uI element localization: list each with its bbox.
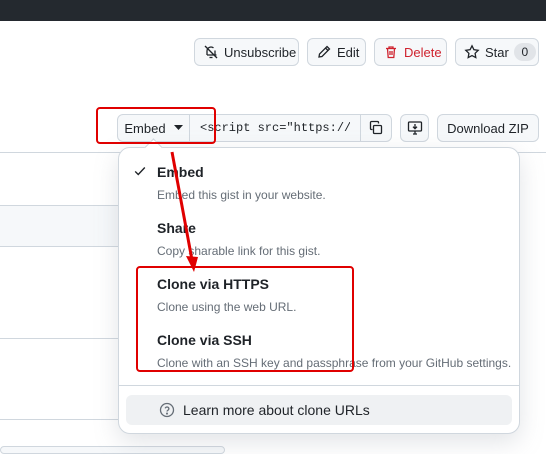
menu-item-title: Embed bbox=[157, 164, 204, 180]
download-zip-button[interactable]: Download ZIP bbox=[437, 114, 539, 142]
star-icon bbox=[464, 44, 480, 59]
menu-item-description: Clone with an SSH key and passphrase fro… bbox=[157, 356, 512, 370]
question-icon bbox=[159, 402, 175, 418]
menu-item-share[interactable]: Share Copy sharable link for this gist. bbox=[119, 204, 519, 260]
star-button[interactable]: Star 0 bbox=[455, 38, 539, 66]
clone-url-input[interactable] bbox=[190, 115, 360, 141]
copy-icon bbox=[369, 120, 383, 135]
trash-icon bbox=[386, 46, 396, 59]
embed-dropdown-button[interactable]: Embed bbox=[118, 115, 190, 141]
open-with-desktop-button[interactable] bbox=[400, 114, 429, 142]
menu-divider bbox=[119, 385, 519, 386]
menu-item-clone-ssh[interactable]: Clone via SSH Clone with an SSH key and … bbox=[119, 316, 519, 376]
delete-button[interactable]: Delete bbox=[374, 38, 447, 66]
file-header-band bbox=[0, 205, 120, 247]
unsubscribe-button[interactable]: Unsubscribe bbox=[194, 38, 299, 66]
clone-url-group: Embed bbox=[117, 114, 392, 142]
embed-dropdown-label: Embed bbox=[124, 120, 166, 136]
comment-box-edge bbox=[0, 446, 225, 454]
bell-slash-icon bbox=[204, 45, 218, 59]
delete-label: Delete bbox=[404, 44, 442, 60]
menu-item-description: Clone using the web URL. bbox=[157, 300, 297, 314]
menu-item-title: Clone via HTTPS bbox=[157, 276, 270, 292]
menu-item-title: Clone via SSH bbox=[157, 332, 252, 348]
learn-more-clone-urls-link[interactable]: Learn more about clone URLs bbox=[126, 395, 512, 425]
edit-label: Edit bbox=[337, 44, 360, 60]
download-zip-label: Download ZIP bbox=[447, 120, 529, 136]
check-icon bbox=[134, 167, 146, 176]
unsubscribe-label: Unsubscribe bbox=[224, 44, 297, 60]
star-count-badge: 0 bbox=[513, 43, 536, 61]
edit-button[interactable]: Edit bbox=[307, 38, 366, 66]
file-content-background bbox=[0, 152, 120, 453]
desktop-download-icon bbox=[407, 121, 422, 135]
top-navigation-bar bbox=[0, 0, 546, 21]
clone-options-menu: Embed Embed this gist in your website. S… bbox=[118, 138, 520, 434]
menu-item-description: Embed this gist in your website. bbox=[157, 188, 326, 202]
menu-item-embed[interactable]: Embed Embed this gist in your website. bbox=[119, 148, 519, 206]
menu-item-clone-https[interactable]: Clone via HTTPS Clone using the web URL. bbox=[119, 260, 519, 316]
triangle-down-icon bbox=[173, 125, 183, 130]
menu-item-title: Share bbox=[157, 220, 196, 236]
background-line bbox=[0, 419, 120, 420]
star-label: Star bbox=[485, 44, 509, 60]
pencil-icon bbox=[318, 45, 331, 58]
menu-item-description: Copy sharable link for this gist. bbox=[157, 244, 321, 258]
copy-url-button[interactable] bbox=[360, 115, 391, 141]
background-line bbox=[0, 338, 120, 339]
learn-more-label: Learn more about clone URLs bbox=[183, 402, 370, 418]
